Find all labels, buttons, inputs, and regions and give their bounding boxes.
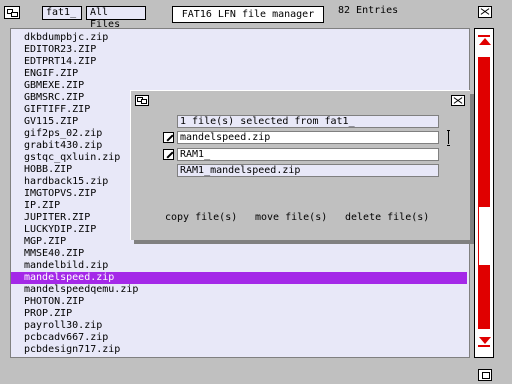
dialog-close-icon[interactable] xyxy=(451,95,465,106)
file-list-item[interactable]: ENGIF.ZIP xyxy=(11,68,467,80)
dialog-menu-icon[interactable] xyxy=(135,95,149,106)
file-list-item[interactable]: EDTPRT14.ZIP xyxy=(11,56,467,68)
file-list-item[interactable]: EDITOR23.ZIP xyxy=(11,44,467,56)
file-list-item[interactable]: mandelspeed.zip xyxy=(11,272,467,284)
file-list-item[interactable]: mandelspeedqemu.zip xyxy=(11,284,467,296)
copy-files-button[interactable]: copy file(s) xyxy=(165,212,237,224)
tab-device[interactable]: fat1_ xyxy=(42,6,82,20)
edit-destination-icon[interactable] xyxy=(163,149,174,160)
entry-count: 82 Entries xyxy=(338,5,399,16)
selection-status: 1 file(s) selected from fat1_ xyxy=(177,115,439,128)
close-icon[interactable] xyxy=(478,6,492,18)
window-title: FAT16 LFN file manager xyxy=(172,6,324,23)
tab-all-files[interactable]: All Files xyxy=(86,6,146,30)
move-files-button[interactable]: move file(s) xyxy=(255,212,327,224)
window-menu-icon[interactable] xyxy=(4,6,20,19)
file-list-item[interactable]: payroll30.zip xyxy=(11,320,467,332)
file-list-item[interactable]: pcbcadv667.zip xyxy=(11,332,467,344)
file-list-item[interactable]: pcbdesign717.zip xyxy=(11,344,467,356)
file-list-item[interactable]: mandelbild.zip xyxy=(11,260,467,272)
vertical-scrollbar[interactable] xyxy=(474,28,494,358)
delete-files-button[interactable]: delete file(s) xyxy=(345,212,429,224)
file-operation-dialog: 1 file(s) selected from fat1_ mandelspee… xyxy=(130,90,470,240)
scroll-track[interactable] xyxy=(478,57,490,329)
file-list-item[interactable]: PROP.ZIP xyxy=(11,308,467,320)
status-bar xyxy=(0,366,512,384)
file-list-item[interactable]: dkbdumpbjc.zip xyxy=(11,32,467,44)
file-list-item[interactable]: MMSE40.ZIP xyxy=(11,248,467,260)
resize-icon[interactable] xyxy=(478,369,492,381)
text-cursor-icon xyxy=(447,130,451,146)
title-bar: fat1_ All Files FAT16 LFN file manager 8… xyxy=(0,0,512,30)
file-manager-window: fat1_ All Files FAT16 LFN file manager 8… xyxy=(0,0,512,384)
source-name-field[interactable]: mandelspeed.zip xyxy=(177,131,439,144)
edit-source-icon[interactable] xyxy=(163,132,174,143)
scroll-thumb[interactable] xyxy=(478,207,490,265)
target-path-display: RAM1_mandelspeed.zip xyxy=(177,164,439,177)
scroll-up-icon[interactable] xyxy=(477,35,491,49)
destination-field[interactable]: RAM1_ xyxy=(177,148,439,161)
scroll-down-icon[interactable] xyxy=(477,335,491,349)
file-list-item[interactable]: PHOTON.ZIP xyxy=(11,296,467,308)
